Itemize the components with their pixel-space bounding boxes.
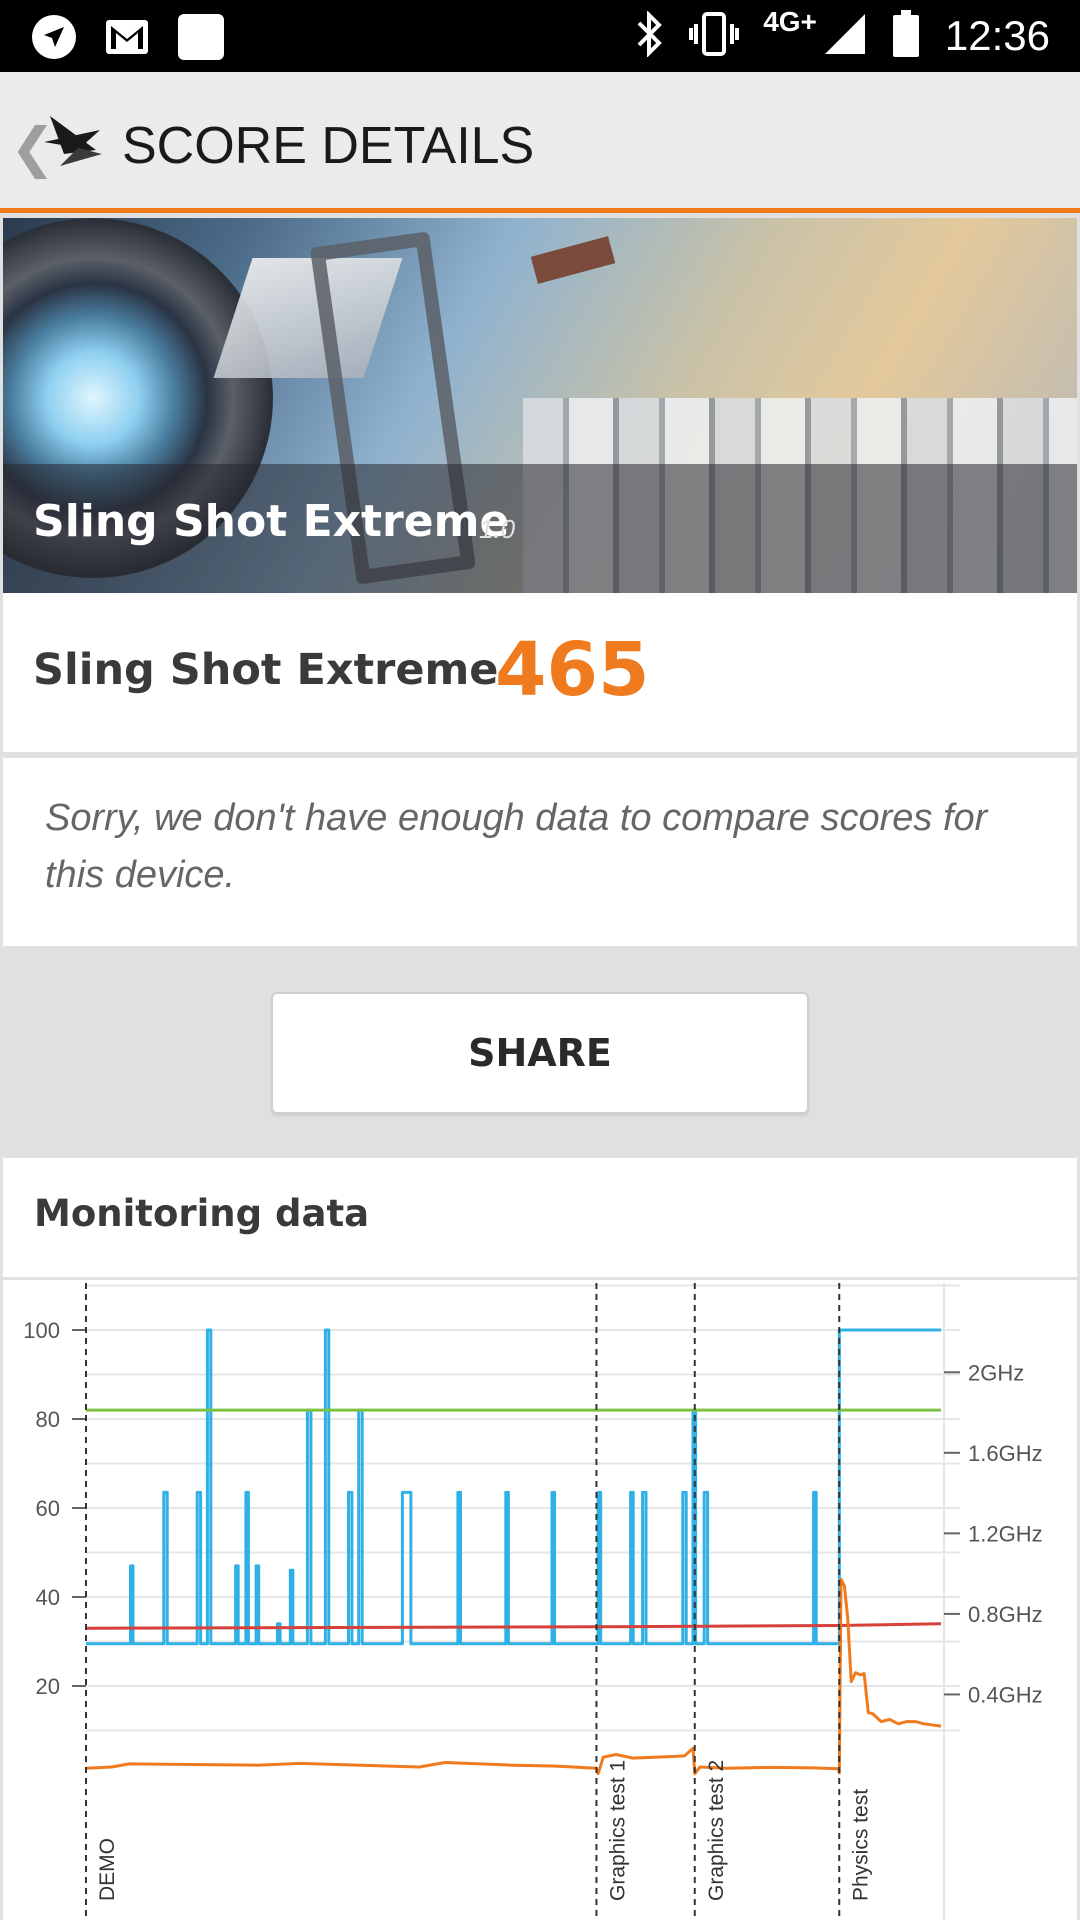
3dmark-logo-icon[interactable] bbox=[40, 108, 106, 178]
network-type: 4G+ bbox=[763, 6, 817, 37]
y-tick-label: 100 bbox=[23, 1318, 60, 1343]
y2-tick-label: 1.2GHz bbox=[968, 1521, 1043, 1546]
battery-icon bbox=[891, 10, 921, 62]
banner-version: 1.0 bbox=[479, 514, 516, 544]
y2-tick-label: 0.4GHz bbox=[968, 1682, 1043, 1707]
app-bar: ❮ SCORE DETAILS bbox=[0, 72, 1080, 213]
benchmark-banner: Sling Shot Extreme 1.0 bbox=[3, 218, 1077, 593]
y2-tick-label: 1.6GHz bbox=[968, 1441, 1043, 1466]
page-title: SCORE DETAILS bbox=[122, 117, 535, 175]
phase-marker-label: Graphics test 2 bbox=[705, 1760, 728, 1901]
phase-marker-label: Physics test bbox=[849, 1789, 872, 1901]
comparison-notice-text: Sorry, we don't have enough data to comp… bbox=[45, 797, 988, 896]
y2-tick-label: 2GHz bbox=[968, 1360, 1024, 1385]
blank-notification-icon bbox=[176, 12, 226, 66]
monitoring-header: Monitoring data bbox=[3, 1158, 1077, 1280]
score-value: 465 bbox=[495, 627, 650, 713]
share-button[interactable]: SHARE bbox=[271, 992, 809, 1114]
send-icon bbox=[30, 13, 78, 65]
y2-tick-label: 0.8GHz bbox=[968, 1602, 1043, 1627]
monitoring-chart: 100 80 60 40 20 2GHz 1.6GHz 1.2GHz 0.8GHz 0.4GHz D… bbox=[23, 1283, 1043, 1920]
clock: 12:36 bbox=[944, 12, 1050, 59]
vibrate-icon bbox=[689, 12, 740, 60]
y-tick-label: 20 bbox=[36, 1674, 60, 1699]
score-card: Sling Shot Extreme 465 bbox=[3, 593, 1077, 755]
bluetooth-icon bbox=[635, 10, 665, 61]
y-tick-label: 40 bbox=[36, 1585, 60, 1610]
phase-marker-label: DEMO bbox=[96, 1838, 119, 1901]
signal-icon bbox=[823, 12, 867, 60]
monitoring-title: Monitoring data bbox=[34, 1192, 370, 1235]
gmail-icon bbox=[104, 18, 150, 60]
monitoring-card: Monitoring data 100 80 60 40 20 2GHz 1.6GHz 1.2… bbox=[3, 1158, 1077, 1920]
banner-title: Sling Shot Extreme bbox=[33, 496, 510, 547]
phase-marker-label: Graphics test 1 bbox=[606, 1760, 629, 1901]
y-tick-label: 60 bbox=[36, 1496, 60, 1521]
y-tick-label: 80 bbox=[36, 1407, 60, 1432]
comparison-notice: Sorry, we don't have enough data to comp… bbox=[3, 758, 1077, 946]
status-bar: 4G+ 12:36 bbox=[0, 0, 1080, 72]
score-label: Sling Shot Extreme bbox=[33, 645, 499, 695]
